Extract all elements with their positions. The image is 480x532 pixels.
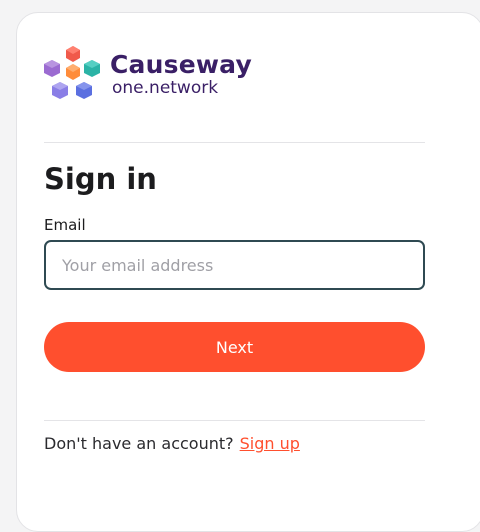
causeway-cubes-logo-icon <box>44 46 100 99</box>
top-divider <box>44 142 425 143</box>
email-label: Email <box>44 216 86 234</box>
brand-logo: Causeway one.network <box>42 44 252 104</box>
bottom-divider <box>44 420 425 421</box>
signup-prompt: Don't have an account? <box>44 434 234 453</box>
next-button[interactable]: Next <box>44 322 425 372</box>
page-title: Sign in <box>44 162 157 196</box>
brand-name: Causeway <box>110 49 252 79</box>
brand-subname: one.network <box>112 77 219 98</box>
email-input[interactable] <box>44 240 425 290</box>
signup-row: Don't have an account? Sign up <box>44 434 300 453</box>
signup-link[interactable]: Sign up <box>240 434 300 453</box>
brand-wordmark: Causeway one.network <box>110 52 252 97</box>
